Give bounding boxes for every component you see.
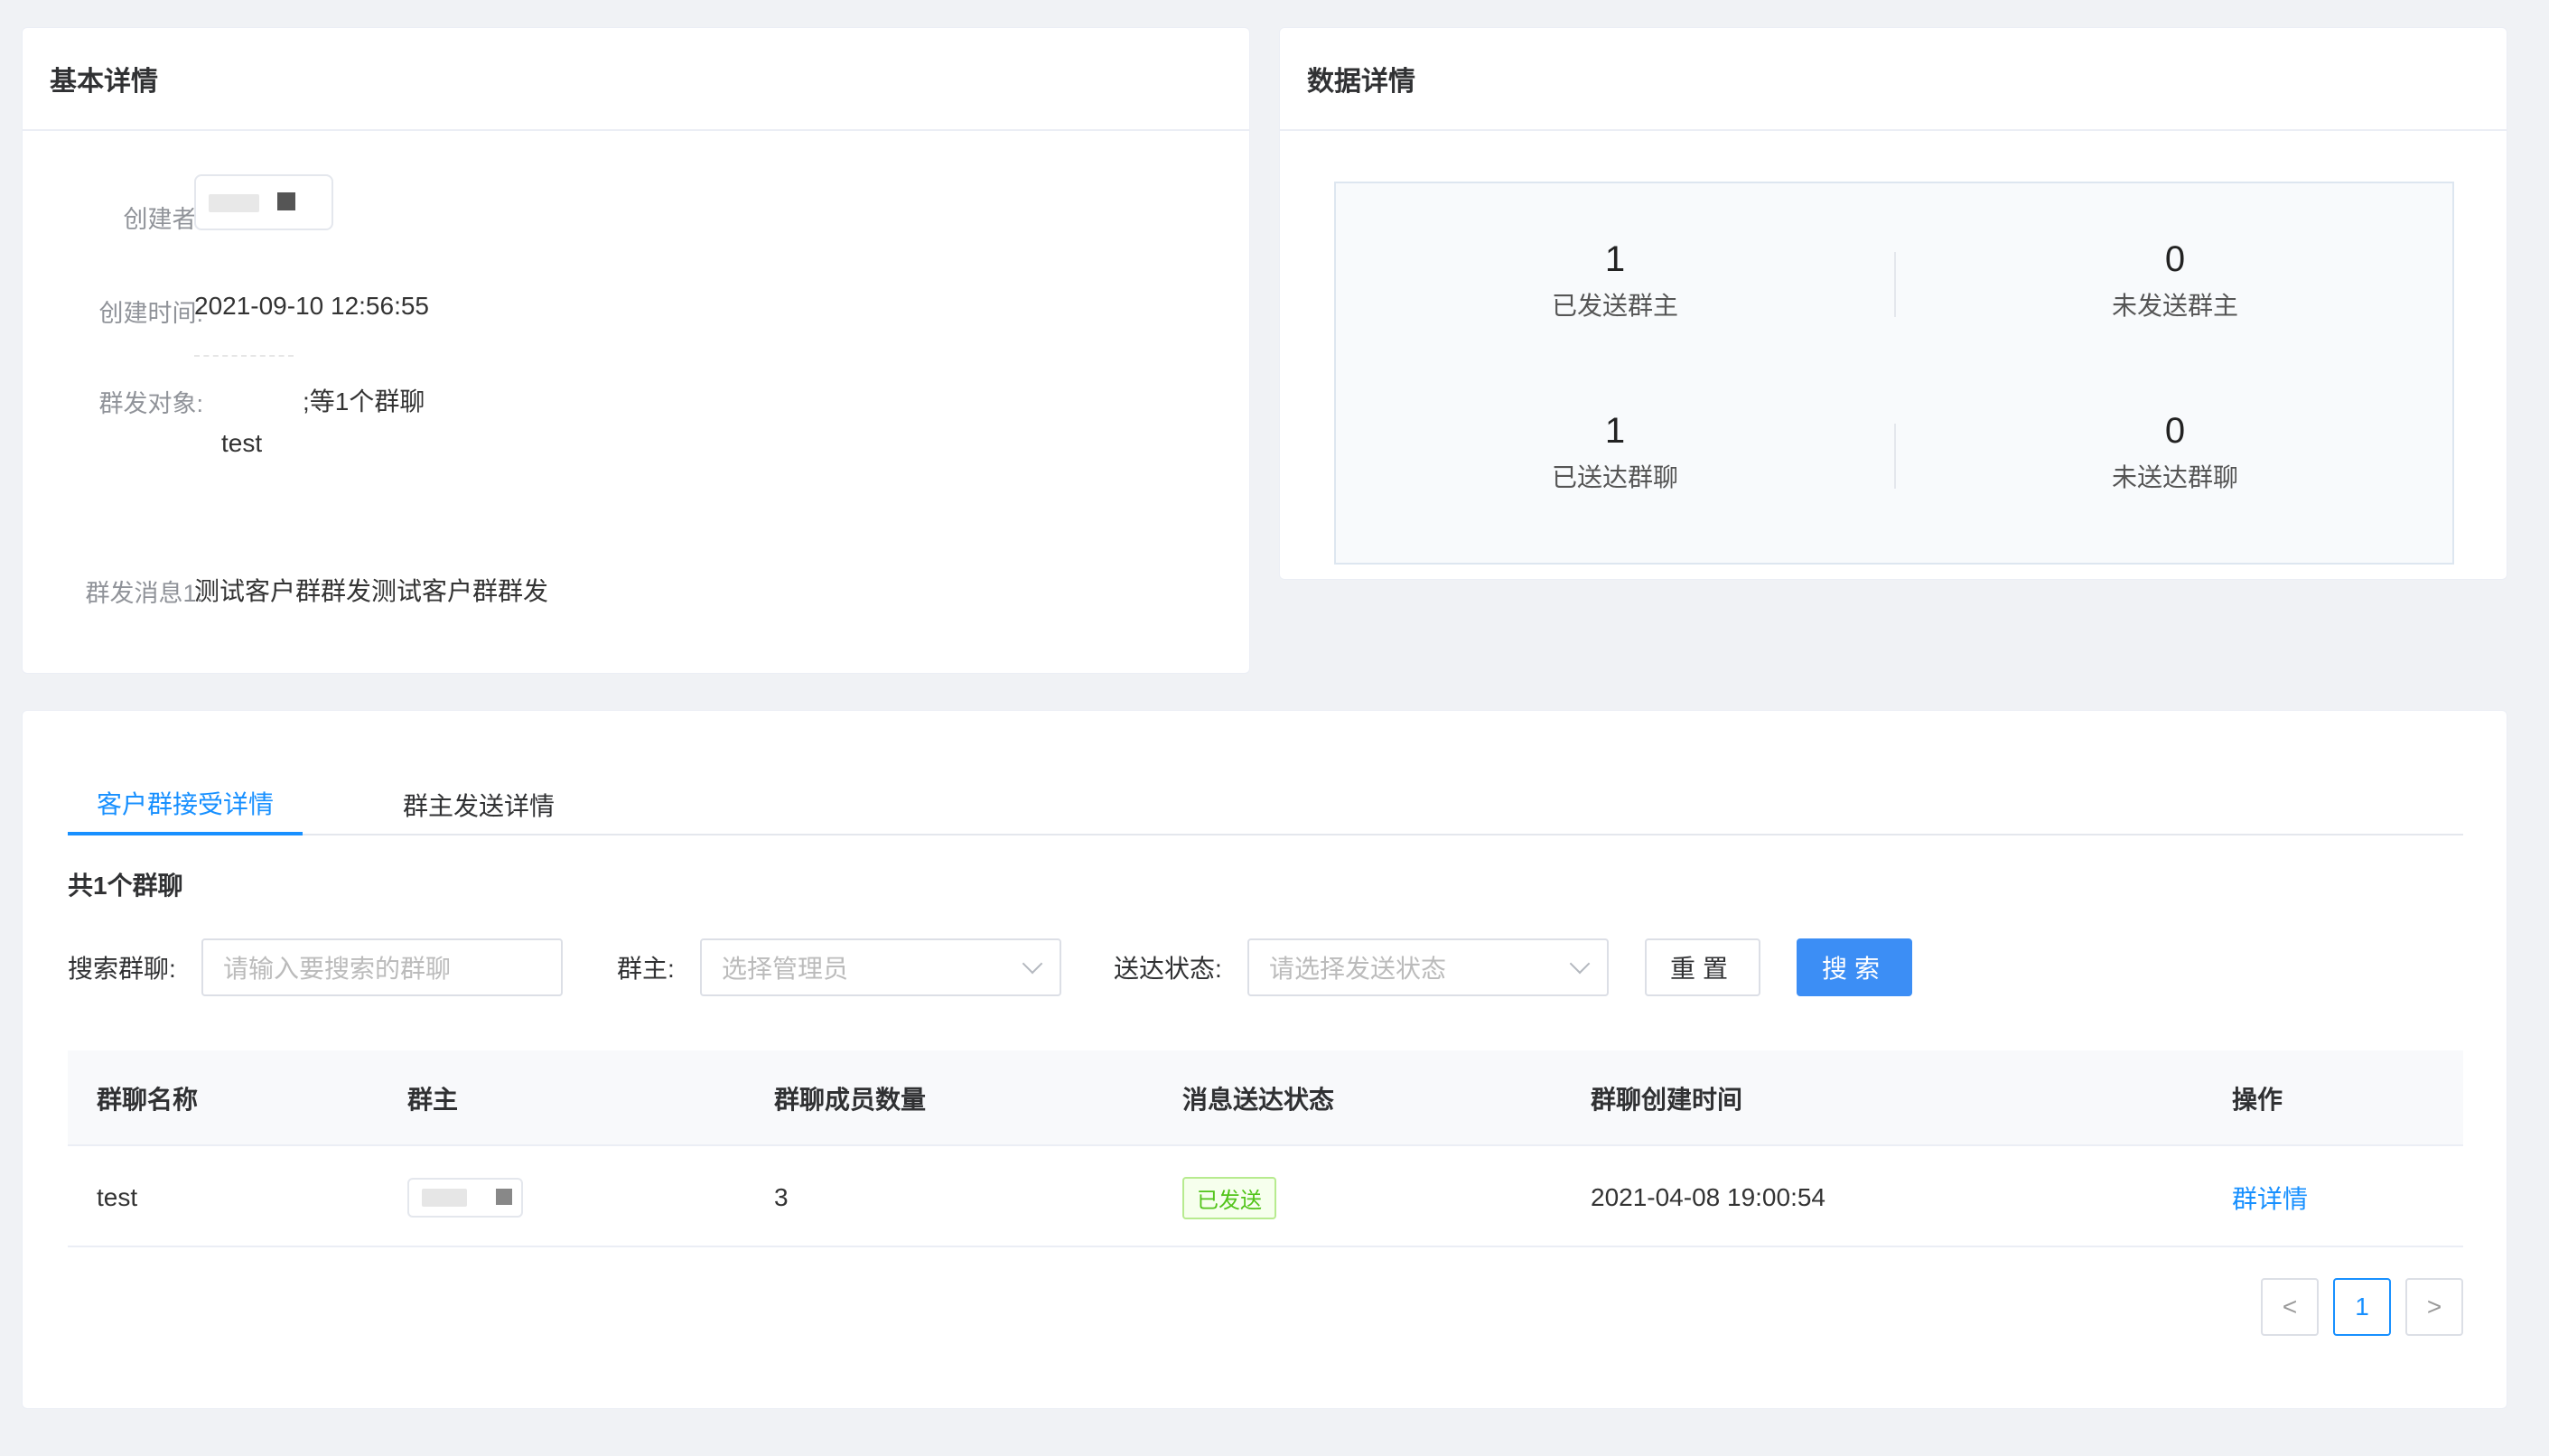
cell-member-count: 3	[774, 1183, 789, 1211]
stat-sent-owners: 1 已发送群主	[1336, 238, 1894, 322]
tab-group-receive-detail[interactable]: 客户群接受详情	[68, 774, 303, 835]
basic-detail-title: 基本详情	[23, 28, 1249, 131]
group-list-card: 客户群接受详情 群主发送详情 共1个群聊 搜索群聊: 请输入要搜索的群聊 群主:…	[22, 710, 2507, 1409]
owner-select[interactable]: 选择管理员	[700, 938, 1061, 996]
created-time-label: 创建时间:	[98, 300, 203, 327]
page-number-button[interactable]: 1	[2333, 1278, 2391, 1336]
prev-page-button[interactable]: <	[2261, 1278, 2319, 1336]
next-page-button[interactable]: >	[2405, 1278, 2463, 1336]
column-header-member-count: 群聊成员数量	[774, 1086, 927, 1114]
creator-avatar-icon	[277, 192, 295, 210]
search-button[interactable]: 搜索	[1797, 938, 1912, 996]
message-label: 群发消息1:	[85, 580, 203, 607]
column-header-action: 操作	[2232, 1086, 2283, 1114]
target-blurred-line	[194, 355, 294, 357]
stat-value: 1	[1604, 411, 1626, 451]
table-header: 群聊名称 群主 群聊成员数量 消息送达状态 群聊创建时间 操作	[68, 1050, 2463, 1146]
owner-label: 群主:	[617, 955, 675, 983]
target-name: test	[221, 429, 263, 457]
stat-label: 未发送群主	[2111, 292, 2238, 320]
group-detail-link[interactable]: 群详情	[2232, 1148, 2308, 1247]
status-select-placeholder: 请选择发送状态	[1269, 955, 1447, 983]
owner-avatar-icon	[496, 1189, 512, 1205]
cell-group-name: test	[97, 1183, 138, 1211]
owner-select-placeholder: 选择管理员	[722, 955, 849, 983]
chevron-down-icon	[1569, 953, 1591, 975]
cell-delivery-status: 已发送	[1182, 1148, 1276, 1247]
stat-label: 未送达群聊	[2111, 463, 2238, 491]
creator-label: 创建者:	[123, 206, 203, 233]
search-group-label: 搜索群聊:	[68, 955, 176, 983]
stat-value: 0	[2164, 239, 2186, 279]
column-header-owner: 群主	[407, 1086, 459, 1114]
status-label: 送达状态:	[1114, 955, 1222, 983]
creator-name-blurred	[209, 194, 259, 212]
data-detail-title: 数据详情	[1280, 28, 2507, 131]
target-suffix: ;等1个群聊	[303, 387, 425, 415]
cell-created-time: 2021-04-08 19:00:54	[1591, 1183, 1825, 1211]
target-label: 群发对象:	[98, 390, 203, 417]
basic-detail-card: 基本详情 创建者: 创建时间: 2021-09-10 12:56:55 群发对象…	[22, 27, 1250, 674]
column-header-delivery-status: 消息送达状态	[1182, 1086, 1335, 1114]
stat-label: 已送达群聊	[1551, 463, 1678, 491]
table-row: test 3 已发送 2021-04-08 19:00:54 群详情	[68, 1148, 2463, 1247]
tab-owner-send-detail[interactable]: 群主发送详情	[384, 774, 574, 835]
stat-undelivered-groups: 0 未送达群聊	[1896, 409, 2454, 494]
chevron-down-icon	[1022, 953, 1043, 975]
created-time-value: 2021-09-10 12:56:55	[194, 292, 429, 320]
status-select[interactable]: 请选择发送状态	[1247, 938, 1609, 996]
creator-avatar-tag	[194, 174, 333, 230]
data-detail-card: 数据详情 1 已发送群主 0 未发送群主 1 已送达群聊 0 未送达群聊	[1279, 27, 2507, 580]
search-group-input[interactable]: 请输入要搜索的群聊	[201, 938, 563, 996]
stats-box: 1 已发送群主 0 未发送群主 1 已送达群聊 0 未送达群聊	[1334, 182, 2454, 565]
cell-owner	[407, 1148, 523, 1247]
column-header-group-name: 群聊名称	[97, 1086, 199, 1114]
stat-value: 0	[2164, 411, 2186, 451]
reset-button[interactable]: 重置	[1645, 938, 1760, 996]
status-badge: 已发送	[1182, 1176, 1276, 1219]
stat-delivered-groups: 1 已送达群聊	[1336, 409, 1894, 494]
stat-value: 1	[1604, 239, 1626, 279]
stat-unsent-owners: 0 未发送群主	[1896, 238, 2454, 322]
message-value: 测试客户群群发测试客户群群发	[194, 577, 549, 605]
owner-name-blurred	[422, 1189, 467, 1207]
stat-label: 已发送群主	[1551, 292, 1678, 320]
owner-avatar-tag	[407, 1178, 523, 1218]
tabs-bar: 客户群接受详情 群主发送详情	[68, 774, 2463, 835]
column-header-created-time: 群聊创建时间	[1591, 1086, 1743, 1114]
group-count-summary: 共1个群聊	[68, 872, 183, 900]
